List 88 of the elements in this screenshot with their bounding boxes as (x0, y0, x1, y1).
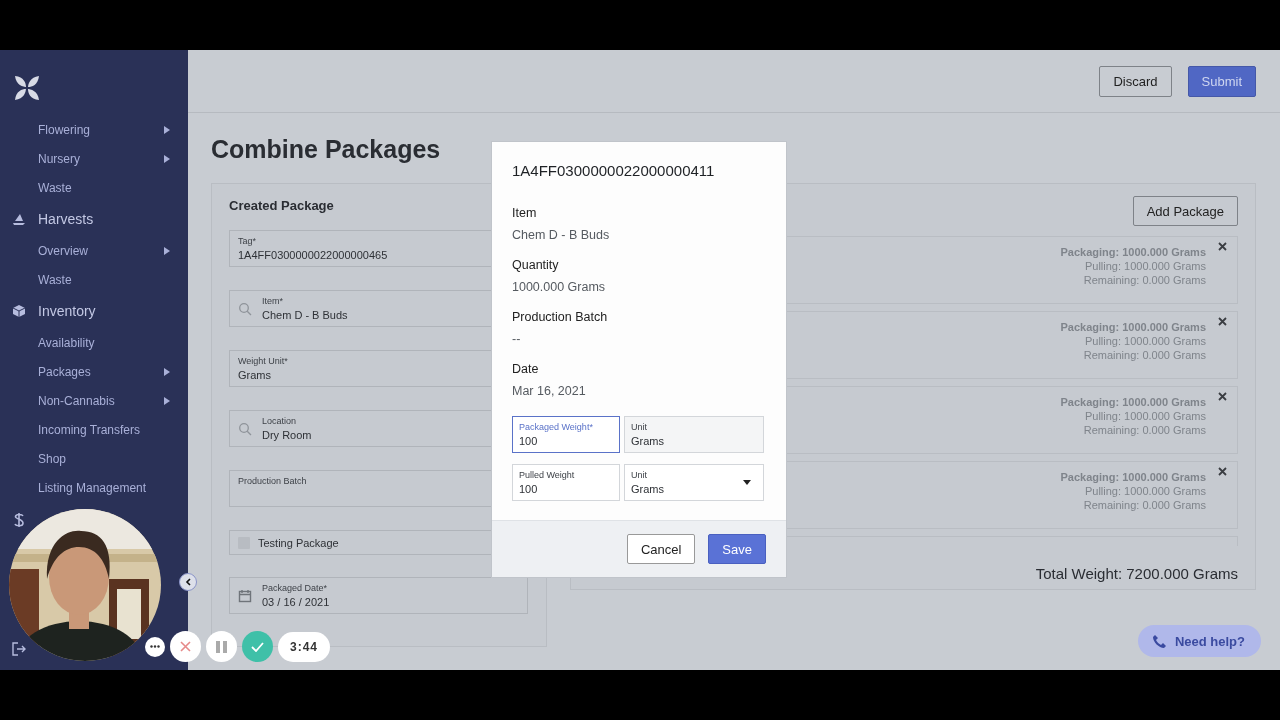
field-label: Location (262, 416, 298, 426)
item-label: Flowering (38, 122, 91, 137)
sidebar-item[interactable]: Flowering (0, 115, 188, 144)
sidebar-item[interactable]: Overview (0, 236, 188, 265)
discard-button[interactable]: Discard (1099, 65, 1172, 97)
sidebar-item[interactable]: Waste (0, 173, 188, 202)
item-label: Non-Cannabis (38, 393, 115, 408)
close-icon[interactable] (1218, 392, 1227, 401)
input-field[interactable]: Packaged Weight* 100 (512, 416, 620, 453)
sidebar-item[interactable]: Incoming Transfers (0, 415, 188, 444)
checkbox-label: Testing Package (258, 536, 339, 549)
box-icon (12, 304, 26, 318)
detail-label: Item (512, 206, 538, 220)
sidebar-item[interactable]: Availability (0, 328, 188, 357)
page-title: Combine Packages (211, 135, 442, 164)
remaining-text: Remaining: 0.000 Grams (1083, 499, 1206, 511)
search-icon (238, 421, 252, 436)
sidebar-item[interactable]: Waste (0, 265, 188, 294)
item-label: Waste (38, 272, 72, 287)
detail-value: Mar 16, 2021 (512, 384, 587, 398)
close-icon[interactable] (1218, 242, 1227, 251)
sidebar-item[interactable]: Shop (0, 444, 188, 473)
pulling-text: Pulling: 1000.000 Grams (1084, 335, 1206, 347)
packaging-text: Packaging: 1000.000 Grams (1060, 246, 1206, 258)
field-value: Grams (238, 369, 272, 381)
sidebar-item[interactable]: Nursery (0, 144, 188, 173)
item-label: Shop (38, 451, 67, 466)
field-value: Grams (631, 435, 664, 447)
sidebar-item[interactable]: Listing Management (0, 473, 188, 502)
field-label: Unit (631, 422, 648, 432)
packaging-text: Packaging: 1000.000 Grams (1060, 396, 1206, 408)
field-label: Production Batch (238, 476, 307, 486)
sidebar-section[interactable]: Inventory (0, 294, 188, 328)
field-label: Packaged Date* (262, 583, 329, 593)
field-value: 03 / 16 / 2021 (262, 596, 330, 608)
sidebar-item[interactable]: Packages (0, 357, 188, 386)
check-icon (251, 641, 264, 652)
section-label: Inventory (38, 303, 96, 319)
field-label: Weight Unit* (238, 356, 288, 366)
close-icon[interactable] (1218, 317, 1227, 326)
remaining-text: Remaining: 0.000 Grams (1083, 349, 1206, 361)
remaining-text: Remaining: 0.000 Grams (1083, 274, 1206, 286)
detail-value: -- (512, 332, 522, 346)
logout-icon (12, 642, 26, 656)
item-label: Waste (38, 180, 72, 195)
help-button[interactable]: Need help? (1137, 625, 1261, 657)
remaining-text: Remaining: 0.000 Grams (1083, 424, 1206, 436)
pulling-text: Pulling: 1000.000 Grams (1084, 485, 1206, 497)
field-value: Chem D - B Buds (262, 309, 348, 321)
item-label: Overview (38, 243, 88, 258)
pulling-text: Pulling: 1000.000 Grams (1084, 410, 1206, 422)
submit-button[interactable]: Submit (1187, 65, 1256, 97)
pause-icon (216, 640, 227, 653)
unit-select[interactable]: Unit Grams (624, 464, 764, 501)
item-label: Listing Management (38, 480, 147, 495)
field-label: Item* (262, 296, 284, 306)
item-label: Packages (38, 364, 91, 379)
form-field[interactable]: Packaged Date* 03 / 16 / 2021 (229, 577, 528, 614)
item-label: Nursery (38, 151, 80, 166)
phone-icon (1151, 633, 1167, 649)
close-icon[interactable] (1218, 467, 1227, 476)
chevron-left-icon (185, 578, 191, 586)
field-label: Unit (631, 470, 648, 480)
more-icon (150, 645, 160, 648)
search-icon (238, 301, 252, 316)
logo-icon (12, 73, 42, 103)
sidebar-section[interactable]: Harvests (0, 202, 188, 236)
save-button[interactable]: Save (708, 534, 766, 564)
field-value: 1A4FF0300000022000000465 (238, 249, 388, 261)
dollar-icon (13, 512, 25, 528)
packaging-text: Packaging: 1000.000 Grams (1060, 321, 1206, 333)
sidebar-item[interactable]: Non-Cannabis (0, 386, 188, 415)
field-value: Grams (631, 483, 664, 495)
pulling-text: Pulling: 1000.000 Grams (1084, 260, 1206, 272)
input-field[interactable]: Pulled Weight 100 (512, 464, 620, 501)
calendar-icon (238, 588, 252, 603)
section-label: Harvests (38, 211, 94, 227)
cancel-button[interactable]: Cancel (626, 534, 696, 564)
packaging-text: Packaging: 1000.000 Grams (1060, 471, 1206, 483)
field-label: Tag* (238, 236, 257, 246)
item-label: Incoming Transfers (38, 422, 141, 437)
field-value: Dry Room (262, 429, 312, 441)
dialog-title: 1A4FF0300000022000000411 (512, 162, 716, 179)
close-icon (180, 641, 191, 652)
add-package-button[interactable]: Add Package (1132, 196, 1238, 226)
total-weight: Total Weight: 7200.000 Grams (1035, 565, 1238, 582)
dropdown-icon (743, 480, 751, 485)
item-label: Availability (38, 335, 95, 350)
